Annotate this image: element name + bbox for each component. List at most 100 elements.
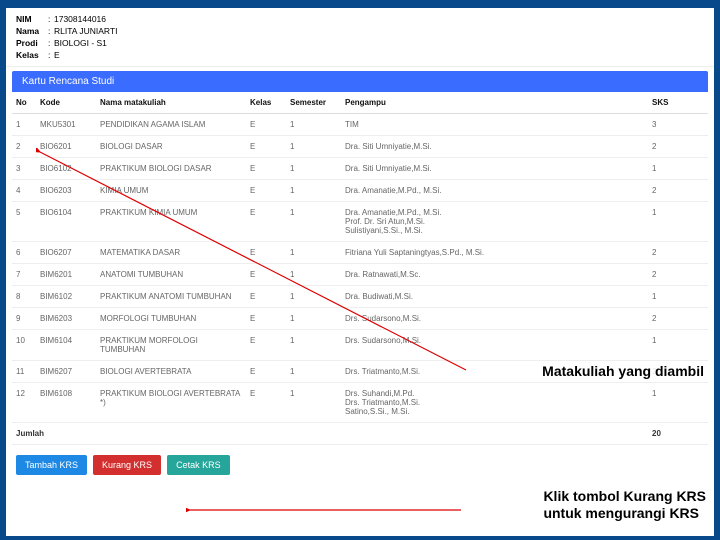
cell-kelas: E bbox=[246, 329, 286, 360]
table-row: 7BIM6201ANATOMI TUMBUHANE1Dra. Ratnawati… bbox=[12, 263, 708, 285]
table-row: 6BIO6207MATEMATIKA DASARE1Fitriana Yuli … bbox=[12, 241, 708, 263]
krs-table: No Kode Nama matakuliah Kelas Semester P… bbox=[12, 92, 708, 445]
cell-kelas: E bbox=[246, 307, 286, 329]
cell-sks: 1 bbox=[648, 329, 708, 360]
annotation-matakuliah: Matakuliah yang diambil bbox=[540, 363, 706, 379]
kurang-krs-button[interactable]: Kurang KRS bbox=[93, 455, 161, 475]
cell-sem: 1 bbox=[286, 157, 341, 179]
cell-pengampu: Drs. Sudarsono,M.Si. bbox=[341, 329, 648, 360]
cell-kode: BIO6201 bbox=[36, 135, 96, 157]
cell-kelas: E bbox=[246, 285, 286, 307]
cell-kode: BIO6104 bbox=[36, 201, 96, 241]
cell-no: 9 bbox=[12, 307, 36, 329]
button-bar: Tambah KRS Kurang KRS Cetak KRS bbox=[6, 445, 714, 481]
cell-pengampu: Dra. Budiwati,M.Si. bbox=[341, 285, 648, 307]
cell-pengampu: Drs. Sudarsono,M.Si. bbox=[341, 307, 648, 329]
jumlah-total: 20 bbox=[648, 422, 708, 444]
cell-nama: PRAKTIKUM BIOLOGI DASAR bbox=[96, 157, 246, 179]
cell-sem: 1 bbox=[286, 113, 341, 135]
cell-sem: 1 bbox=[286, 329, 341, 360]
card-header: Kartu Rencana Studi bbox=[12, 71, 708, 92]
col-pengampu: Pengampu bbox=[341, 92, 648, 114]
cell-nama: ANATOMI TUMBUHAN bbox=[96, 263, 246, 285]
student-info: NIM : 17308144016 Nama : RLITA JUNIARTI … bbox=[6, 8, 714, 67]
table-row: 3BIO6102PRAKTIKUM BIOLOGI DASARE1Dra. Si… bbox=[12, 157, 708, 179]
table-row: 2BIO6201BIOLOGI DASARE1Dra. Siti Umniyat… bbox=[12, 135, 708, 157]
cell-pengampu: Dra. Ratnawati,M.Sc. bbox=[341, 263, 648, 285]
jumlah-label: Jumlah bbox=[12, 422, 648, 444]
jumlah-row: Jumlah 20 bbox=[12, 422, 708, 444]
cell-pengampu: Dra. Amanatie,M.Pd., M.Si. Prof. Dr. Sri… bbox=[341, 201, 648, 241]
nama-label: Nama bbox=[16, 26, 48, 38]
cell-kelas: E bbox=[246, 113, 286, 135]
nim-label: NIM bbox=[16, 14, 48, 26]
table-row: 10BIM6104PRAKTIKUM MORFOLOGI TUMBUHANE1D… bbox=[12, 329, 708, 360]
cell-sem: 1 bbox=[286, 285, 341, 307]
table-row: 12BIM6108PRAKTIKUM BIOLOGI AVERTEBRATA *… bbox=[12, 382, 708, 422]
cell-kelas: E bbox=[246, 263, 286, 285]
cell-sks: 3 bbox=[648, 113, 708, 135]
nim-value: 17308144016 bbox=[54, 14, 106, 26]
cell-no: 5 bbox=[12, 201, 36, 241]
cell-nama: PENDIDIKAN AGAMA ISLAM bbox=[96, 113, 246, 135]
cell-pengampu: Fitriana Yuli Saptaningtyas,S.Pd., M.Si. bbox=[341, 241, 648, 263]
cell-sks: 1 bbox=[648, 285, 708, 307]
arrow-annotation-2 bbox=[186, 500, 466, 520]
cell-no: 10 bbox=[12, 329, 36, 360]
prodi-value: BIOLOGI - S1 bbox=[54, 38, 107, 50]
cell-no: 2 bbox=[12, 135, 36, 157]
cell-pengampu: Dra. Siti Umniyatie,M.Si. bbox=[341, 157, 648, 179]
table-row: 8BIM6102PRAKTIKUM ANATOMI TUMBUHANE1Dra.… bbox=[12, 285, 708, 307]
cell-kelas: E bbox=[246, 135, 286, 157]
cell-kode: BIM6102 bbox=[36, 285, 96, 307]
kelas-value: E bbox=[54, 50, 60, 62]
cell-kelas: E bbox=[246, 179, 286, 201]
tambah-krs-button[interactable]: Tambah KRS bbox=[16, 455, 87, 475]
cetak-krs-button[interactable]: Cetak KRS bbox=[167, 455, 230, 475]
cell-kode: BIM6201 bbox=[36, 263, 96, 285]
cell-no: 1 bbox=[12, 113, 36, 135]
cell-no: 8 bbox=[12, 285, 36, 307]
cell-kode: MKU5301 bbox=[36, 113, 96, 135]
cell-sks: 1 bbox=[648, 157, 708, 179]
cell-kelas: E bbox=[246, 360, 286, 382]
col-nama: Nama matakuliah bbox=[96, 92, 246, 114]
cell-sem: 1 bbox=[286, 135, 341, 157]
cell-sks: 2 bbox=[648, 135, 708, 157]
cell-nama: PRAKTIKUM KIMIA UMUM bbox=[96, 201, 246, 241]
kelas-label: Kelas bbox=[16, 50, 48, 62]
col-no: No bbox=[12, 92, 36, 114]
cell-sem: 1 bbox=[286, 360, 341, 382]
cell-no: 7 bbox=[12, 263, 36, 285]
cell-sks: 1 bbox=[648, 201, 708, 241]
cell-nama: PRAKTIKUM MORFOLOGI TUMBUHAN bbox=[96, 329, 246, 360]
table-row: 5BIO6104PRAKTIKUM KIMIA UMUME1Dra. Amana… bbox=[12, 201, 708, 241]
cell-sks: 2 bbox=[648, 241, 708, 263]
cell-kode: BIM6207 bbox=[36, 360, 96, 382]
cell-nama: PRAKTIKUM BIOLOGI AVERTEBRATA *) bbox=[96, 382, 246, 422]
cell-kelas: E bbox=[246, 157, 286, 179]
cell-sem: 1 bbox=[286, 201, 341, 241]
cell-no: 6 bbox=[12, 241, 36, 263]
cell-no: 4 bbox=[12, 179, 36, 201]
cell-pengampu: Dra. Siti Umniyatie,M.Si. bbox=[341, 135, 648, 157]
cell-nama: BIOLOGI AVERTEBRATA bbox=[96, 360, 246, 382]
cell-kode: BIO6207 bbox=[36, 241, 96, 263]
cell-sem: 1 bbox=[286, 179, 341, 201]
cell-nama: KIMIA UMUM bbox=[96, 179, 246, 201]
cell-pengampu: Drs. Suhandi,M.Pd. Drs. Triatmanto,M.Si.… bbox=[341, 382, 648, 422]
cell-pengampu: Dra. Amanatie,M.Pd., M.Si. bbox=[341, 179, 648, 201]
col-sks: SKS bbox=[648, 92, 708, 114]
table-header-row: No Kode Nama matakuliah Kelas Semester P… bbox=[12, 92, 708, 114]
cell-sem: 1 bbox=[286, 307, 341, 329]
cell-sks: 1 bbox=[648, 382, 708, 422]
col-kelas: Kelas bbox=[246, 92, 286, 114]
cell-no: 11 bbox=[12, 360, 36, 382]
cell-sks: 2 bbox=[648, 307, 708, 329]
cell-nama: MATEMATIKA DASAR bbox=[96, 241, 246, 263]
cell-nama: PRAKTIKUM ANATOMI TUMBUHAN bbox=[96, 285, 246, 307]
cell-sem: 1 bbox=[286, 263, 341, 285]
table-row: 1MKU5301PENDIDIKAN AGAMA ISLAME1TIM3 bbox=[12, 113, 708, 135]
annotation-kurang-krs: Klik tombol Kurang KRS untuk mengurangi … bbox=[543, 488, 706, 522]
cell-kode: BIM6104 bbox=[36, 329, 96, 360]
